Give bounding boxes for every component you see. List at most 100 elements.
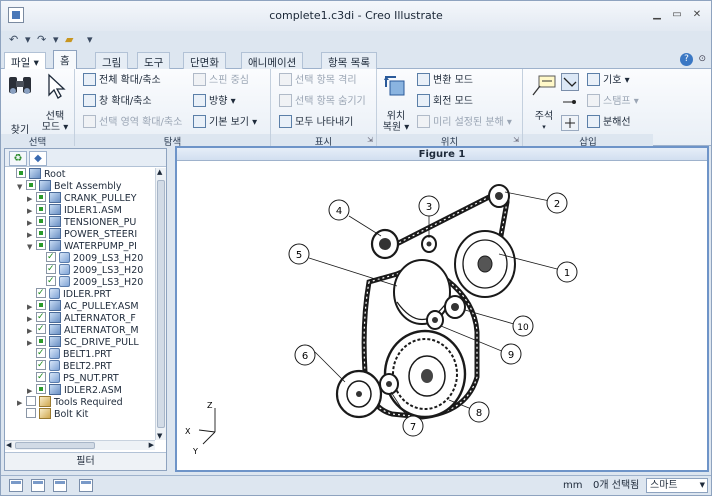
visibility-checkbox[interactable] bbox=[36, 204, 46, 214]
small-idler-pulley-3[interactable] bbox=[421, 235, 437, 253]
rotate-mode-button[interactable]: 회전 모드 bbox=[417, 94, 473, 110]
undo-dropdown-icon[interactable]: ▾ bbox=[25, 33, 31, 46]
visibility-checkbox[interactable] bbox=[46, 251, 56, 263]
reposition-button[interactable]: 위치 복원 ▾ bbox=[381, 73, 411, 133]
translate-mode-button[interactable]: 변환 모드 bbox=[417, 73, 473, 89]
leader-break-button[interactable] bbox=[561, 115, 579, 131]
open-folder-icon[interactable]: ▰ bbox=[65, 33, 73, 46]
close-icon[interactable]: ✕ bbox=[691, 10, 703, 20]
belt-drive-drawing[interactable]: 1 2 3 4 5 6 7 8 9 10 Z X Y bbox=[177, 162, 707, 470]
hide-selected-button[interactable]: 선택 항목 숨기기 bbox=[279, 94, 366, 110]
tree-row[interactable]: Bolt Kit bbox=[17, 408, 88, 420]
visibility-checkbox[interactable] bbox=[36, 347, 46, 359]
isolate-selected-button[interactable]: 선택 항목 격리 bbox=[279, 73, 357, 89]
visibility-checkbox[interactable] bbox=[46, 275, 56, 287]
visibility-checkbox[interactable] bbox=[26, 180, 36, 190]
tree-vertical-scrollbar[interactable]: ▲ ▼ bbox=[155, 168, 166, 440]
callout-6[interactable]: 6 bbox=[294, 344, 316, 366]
select-mode-button[interactable]: 선택 모드 ▾ bbox=[39, 73, 71, 133]
tree-row[interactable]: ▼ Belt Assembly bbox=[17, 180, 122, 192]
visibility-checkbox[interactable] bbox=[36, 311, 46, 323]
tab-figures[interactable]: ♻ bbox=[9, 151, 27, 166]
callout-1[interactable]: 1 bbox=[556, 261, 578, 283]
scroll-right-icon[interactable]: ▶ bbox=[149, 441, 154, 450]
ribbon-minimize-icon[interactable]: ⊙ bbox=[698, 54, 706, 64]
zoom-window-button[interactable]: 창 확대/축소 bbox=[83, 94, 152, 110]
tree-row[interactable]: IDLER.PRT bbox=[27, 287, 111, 300]
visibility-checkbox[interactable] bbox=[36, 323, 46, 335]
find-button[interactable]: 찾기 bbox=[5, 73, 35, 136]
symbol-button[interactable]: 기호 ▾ bbox=[587, 73, 630, 89]
tree-horizontal-scrollbar[interactable]: ◀ ▶ bbox=[5, 440, 155, 450]
undo-icon[interactable]: ↶ bbox=[9, 33, 18, 46]
idler-pulley-10[interactable] bbox=[444, 295, 466, 319]
layout-split-icon[interactable] bbox=[31, 479, 45, 492]
callout-10[interactable]: 10 bbox=[512, 315, 534, 337]
tree-row[interactable]: ▶ IDLER2.ASM bbox=[27, 384, 122, 396]
tree-horizontal-thumb[interactable] bbox=[15, 442, 95, 449]
callout-8[interactable]: 8 bbox=[468, 401, 490, 423]
tab-item-list[interactable]: 항목 목록 bbox=[321, 52, 377, 69]
collapse-icon[interactable]: ▼ bbox=[17, 181, 26, 193]
visibility-checkbox[interactable] bbox=[36, 359, 46, 371]
water-pump-pulley[interactable] bbox=[454, 230, 516, 298]
idler-pulley-9[interactable] bbox=[426, 310, 444, 330]
zoom-all-button[interactable]: 전체 확대/축소 bbox=[83, 73, 161, 89]
tree-row[interactable]: ▼ WATERPUMP_PI bbox=[27, 240, 137, 252]
tree-row[interactable]: ▶ POWER_STEERI bbox=[27, 228, 137, 240]
callout-4[interactable]: 4 bbox=[328, 199, 350, 221]
leader-button[interactable] bbox=[561, 73, 579, 91]
tab-structure[interactable]: ◆ bbox=[29, 151, 47, 166]
visibility-checkbox[interactable] bbox=[36, 384, 46, 394]
tree-row[interactable]: ▶ CRANK_PULLEY bbox=[27, 192, 137, 204]
tree-row[interactable]: ▶ TENSIONER_PU bbox=[27, 216, 136, 228]
collapse-icon[interactable]: ▼ bbox=[27, 241, 36, 253]
callout-3[interactable]: 3 bbox=[418, 195, 440, 217]
visibility-checkbox[interactable] bbox=[36, 336, 46, 346]
callout-9[interactable]: 9 bbox=[500, 343, 522, 365]
tree-row[interactable]: PS_NUT.PRT bbox=[27, 371, 119, 384]
upper-idler-pulley[interactable] bbox=[488, 184, 510, 208]
spin-center-button[interactable]: 스핀 중심 bbox=[193, 73, 249, 89]
visibility-checkbox[interactable] bbox=[36, 192, 46, 202]
default-view-button[interactable]: 기본 보기 ▾ bbox=[193, 115, 257, 131]
callout-dropdown-icon[interactable]: ▾ bbox=[529, 122, 559, 133]
visibility-checkbox[interactable] bbox=[46, 263, 56, 275]
ps-pulley-6[interactable] bbox=[335, 369, 383, 419]
maximize-icon[interactable]: ▭ bbox=[671, 10, 683, 20]
tensioner-pulley-4[interactable] bbox=[370, 228, 400, 260]
visibility-checkbox[interactable] bbox=[16, 168, 26, 178]
position-launcher-icon[interactable]: ⇲ bbox=[513, 136, 519, 144]
help-icon[interactable]: ? bbox=[680, 53, 693, 66]
tree-vertical-thumb[interactable] bbox=[157, 180, 165, 428]
tab-picture[interactable]: 그림 bbox=[95, 52, 129, 69]
minimize-icon[interactable]: ▁ bbox=[651, 10, 663, 20]
callout-2[interactable]: 2 bbox=[546, 192, 568, 214]
leader-end-button[interactable] bbox=[561, 94, 579, 110]
explode-line-button[interactable]: 분해선 bbox=[587, 115, 631, 131]
layout-single-icon[interactable] bbox=[9, 479, 23, 492]
visibility-checkbox[interactable] bbox=[36, 287, 46, 299]
tab-sectioning[interactable]: 단면화 bbox=[183, 52, 226, 69]
show-all-button[interactable]: 모두 나타내기 bbox=[279, 115, 353, 131]
layout-wide-icon[interactable] bbox=[53, 479, 67, 492]
tab-animation[interactable]: 애니메이션 bbox=[241, 52, 304, 69]
visibility-checkbox[interactable] bbox=[26, 396, 36, 406]
callout-5[interactable]: 5 bbox=[288, 243, 310, 265]
visibility-checkbox[interactable] bbox=[26, 408, 36, 418]
selection-filter-dropdown[interactable]: 스마트 ▼ bbox=[646, 478, 708, 493]
zoom-selected-area-button[interactable]: 선택 영역 확대/축소 bbox=[83, 115, 182, 131]
tab-file[interactable]: 파일 ▾ bbox=[4, 52, 46, 69]
display-launcher-icon[interactable]: ⇲ bbox=[367, 136, 373, 144]
scroll-left-icon[interactable]: ◀ bbox=[6, 441, 11, 450]
tab-tools[interactable]: 도구 bbox=[137, 52, 171, 69]
crank-pulley[interactable] bbox=[383, 329, 467, 419]
idler-pulley-7[interactable] bbox=[379, 373, 399, 395]
tree-row[interactable]: Root bbox=[7, 168, 66, 180]
orientation-button[interactable]: 방향 ▾ bbox=[193, 94, 236, 110]
redo-dropdown-icon[interactable]: ▾ bbox=[53, 33, 59, 46]
redo-icon[interactable]: ↷ bbox=[37, 33, 46, 46]
graphics-viewport[interactable]: Figure 1 1 2 3 4 5 6 7 8 9 10 Z X Y bbox=[175, 146, 709, 472]
visibility-checkbox[interactable] bbox=[36, 216, 46, 226]
visibility-checkbox[interactable] bbox=[36, 371, 46, 383]
